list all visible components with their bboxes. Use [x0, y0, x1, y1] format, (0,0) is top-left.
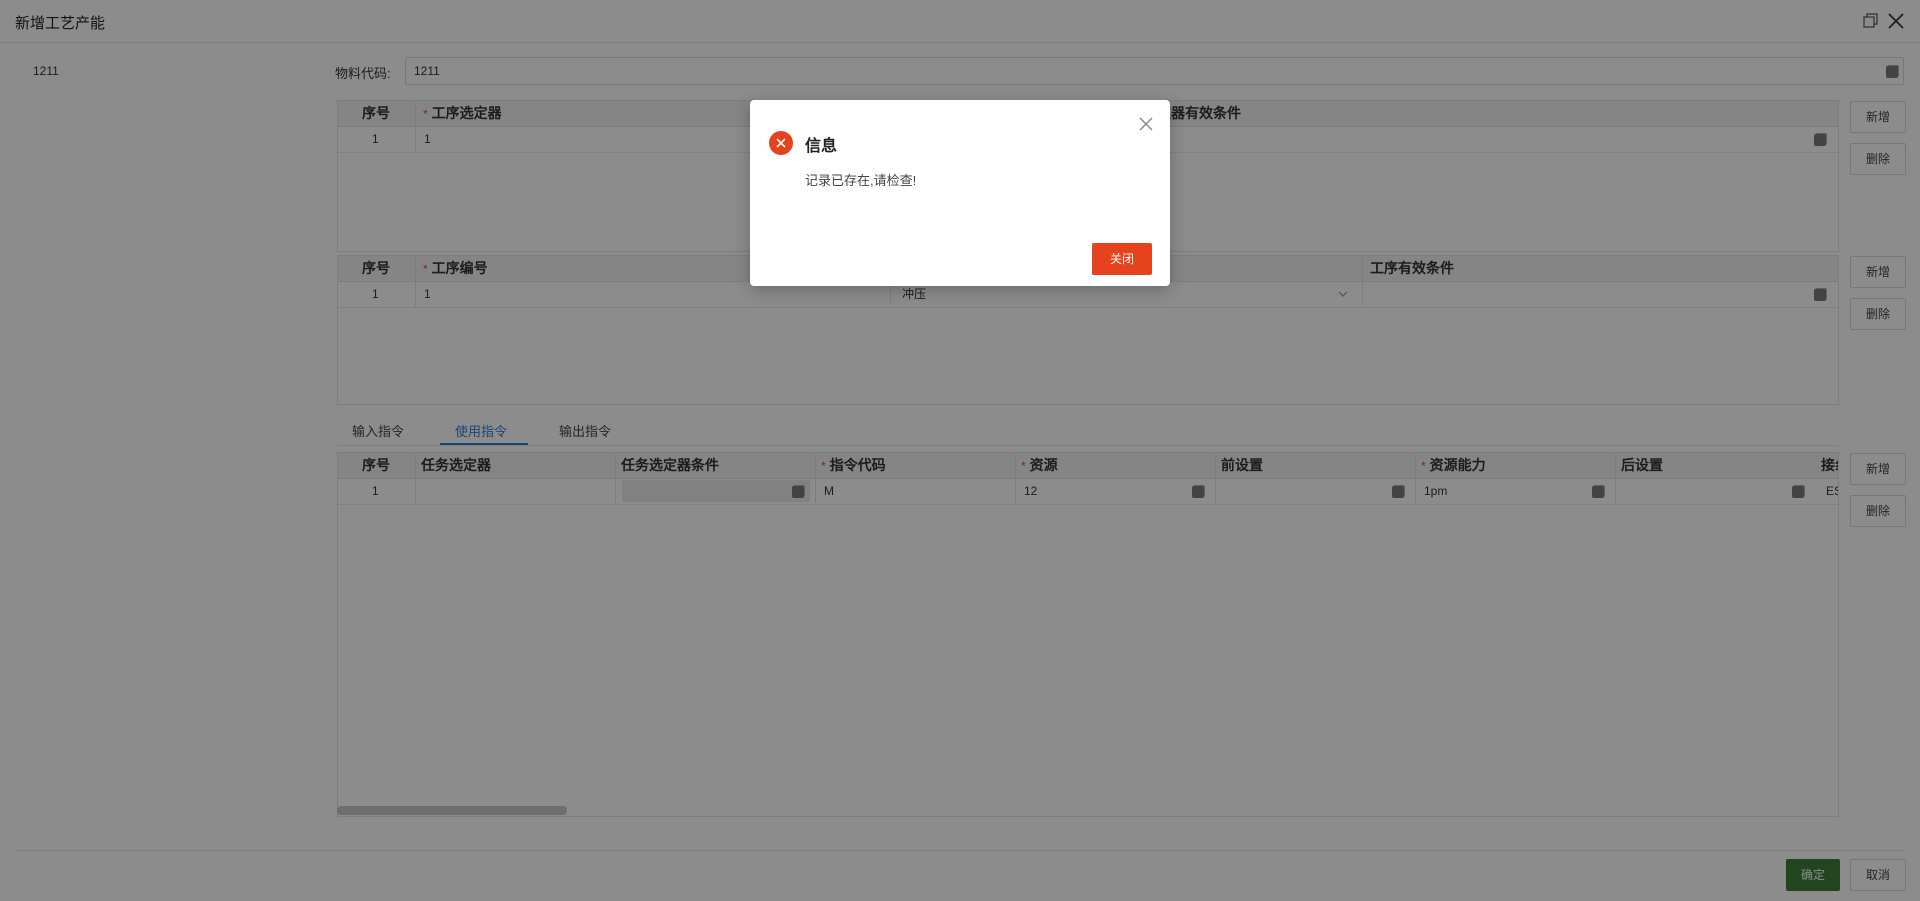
dialog-close-button[interactable]: 关闭: [1092, 243, 1152, 275]
close-icon[interactable]: [1138, 116, 1154, 132]
dialog-title: 信息: [805, 138, 838, 155]
error-icon: [769, 131, 793, 155]
dialog-message: 记录已存在,请检查!: [805, 173, 917, 188]
error-dialog: 信息 记录已存在,请检查! 关闭: [750, 100, 1170, 286]
